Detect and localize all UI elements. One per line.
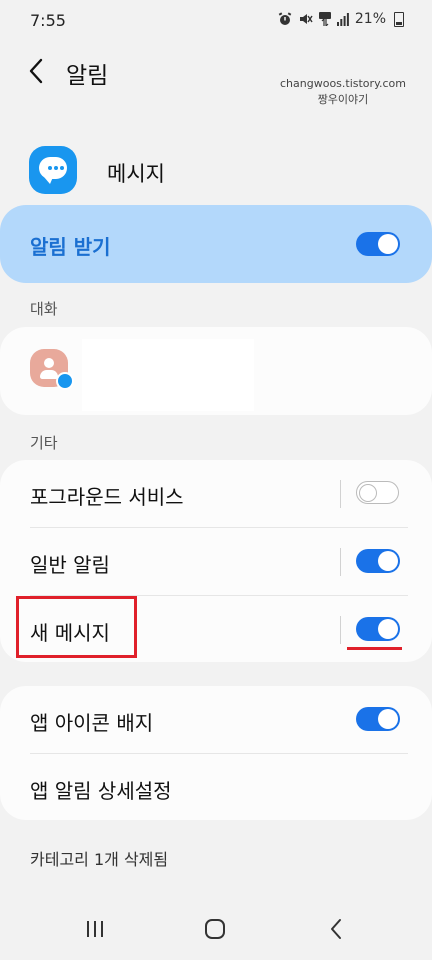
allow-notifications-toggle[interactable] — [356, 232, 400, 256]
highlight-box — [16, 596, 137, 658]
app-icon-badge-label: 앱 아이콘 배지 — [30, 711, 154, 735]
app-info-row: 메시지 — [0, 138, 432, 208]
page-title: 알림 — [66, 63, 109, 89]
message-badge-icon — [56, 372, 74, 390]
alarm-icon — [278, 12, 292, 26]
recent-apps-button[interactable] — [80, 916, 110, 942]
conversation-item[interactable] — [0, 327, 432, 415]
watermark-url: changwoos.tistory.com — [280, 77, 406, 90]
divider — [340, 548, 341, 576]
signal-icon — [336, 12, 349, 26]
divider — [340, 480, 341, 508]
allow-notifications-row[interactable]: 알림 받기 — [0, 205, 432, 283]
app-bar: 알림 changwoos.tistory.com 짱우이야기 — [0, 44, 432, 106]
data-icon — [318, 12, 331, 26]
recent-apps-icon — [87, 921, 103, 937]
conversations-card — [0, 327, 432, 415]
foreground-service-toggle[interactable] — [356, 481, 399, 504]
allow-notifications-label: 알림 받기 — [30, 235, 111, 259]
detail-settings-label: 앱 알림 상세설정 — [30, 779, 172, 803]
watermark-name: 짱우이야기 — [317, 93, 369, 106]
divider — [340, 616, 341, 644]
general-notifications-toggle[interactable] — [356, 549, 400, 573]
home-button[interactable] — [200, 916, 230, 942]
badge-card: 앱 아이콘 배지 앱 알림 상세설정 — [0, 686, 432, 820]
redacted-contact-name — [82, 339, 254, 411]
back-button[interactable] — [22, 56, 52, 86]
home-icon — [205, 919, 225, 939]
mute-icon — [298, 12, 313, 26]
messages-icon — [29, 146, 77, 194]
status-icons: 21% — [278, 11, 404, 27]
app-icon-badge-toggle[interactable] — [356, 707, 400, 731]
app-name: 메시지 — [107, 162, 165, 186]
app-icon-badge-row[interactable]: 앱 아이콘 배지 — [0, 686, 432, 753]
section-conversations-label: 대화 — [30, 300, 58, 318]
foreground-service-row[interactable]: 포그라운드 서비스 — [0, 460, 432, 527]
battery-icon — [394, 11, 404, 27]
navigation-bar — [0, 898, 432, 960]
back-icon — [331, 919, 341, 939]
watermark: changwoos.tistory.com 짱우이야기 — [280, 76, 406, 108]
foreground-service-label: 포그라운드 서비스 — [30, 485, 184, 509]
deleted-categories-note: 카테고리 1개 삭제됨 — [30, 850, 169, 869]
detail-settings-row[interactable]: 앱 알림 상세설정 — [0, 754, 432, 820]
general-notifications-label: 일반 알림 — [30, 553, 110, 577]
section-other-label: 기타 — [30, 434, 58, 452]
battery-percent: 21% — [354, 11, 386, 27]
highlight-underline — [347, 647, 402, 650]
general-notifications-row[interactable]: 일반 알림 — [0, 528, 432, 595]
status-time: 7:55 — [30, 11, 66, 30]
avatar — [30, 349, 74, 390]
chevron-left-icon — [29, 58, 43, 84]
nav-back-button[interactable] — [322, 916, 352, 942]
status-bar: 7:55 21% — [0, 0, 432, 44]
new-message-toggle[interactable] — [356, 617, 400, 641]
